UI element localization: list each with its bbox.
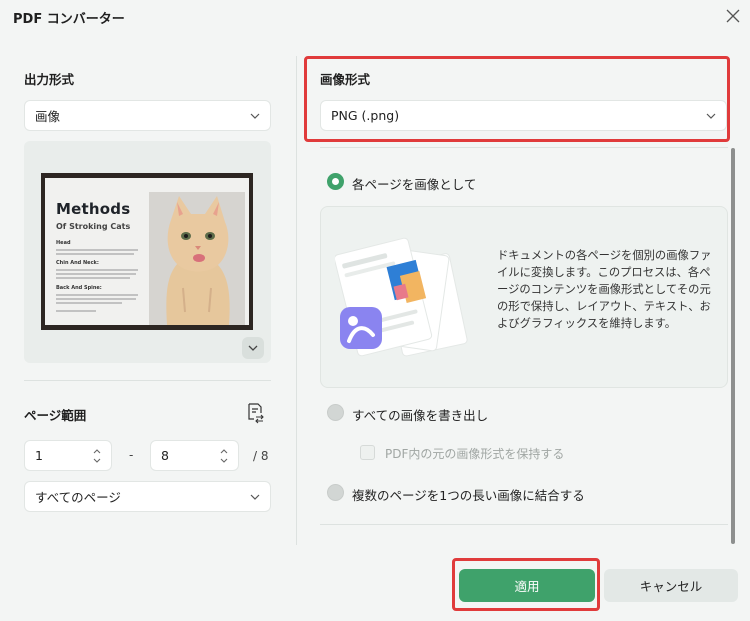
close-button[interactable] — [722, 5, 744, 27]
preview-doc-subtitle: Of Stroking Cats — [56, 222, 131, 231]
option-each-page-radio[interactable] — [327, 173, 344, 190]
option-merge-long-image-radio[interactable] — [327, 484, 344, 501]
spin-arrows-icon[interactable] — [92, 447, 102, 465]
page-scope-value: すべてのページ — [35, 490, 121, 505]
preview-section-chin: Chin And Neck: — [56, 260, 99, 266]
spin-arrows-icon[interactable] — [219, 447, 229, 465]
page-from-input[interactable]: 1 — [24, 440, 112, 471]
page-total: / 8 — [253, 449, 269, 463]
chevron-down-icon — [250, 113, 260, 119]
output-format-label: 出力形式 — [24, 72, 75, 87]
option-info-text: ドキュメントの各ページを個別の画像ファイルに変換します。このプロセスは、各ページ… — [497, 249, 712, 330]
image-format-value: PNG (.png) — [331, 108, 400, 123]
window-title: PDF コンバーター — [13, 12, 125, 27]
options-scrollbar[interactable] — [731, 148, 735, 544]
preview-section-back: Back And Spine: — [56, 285, 102, 291]
output-format-select[interactable]: 画像 — [24, 100, 271, 131]
apply-button[interactable]: 適用 — [459, 569, 595, 602]
chevron-down-icon — [248, 345, 258, 351]
preview-section-head: Head — [56, 240, 71, 246]
chevron-down-icon — [706, 113, 716, 119]
page-to-value: 8 — [161, 448, 169, 463]
page-range-settings-button[interactable] — [245, 402, 265, 424]
keep-original-format-checkbox[interactable] — [360, 445, 375, 460]
right-divider-bottom — [320, 524, 728, 525]
preview-thumbnail: Methods Of Stroking Cats Head Chin And N… — [41, 173, 253, 330]
output-format-value: 画像 — [35, 109, 61, 124]
page-range-label: ページ範囲 — [24, 408, 87, 423]
range-dash: - — [129, 448, 134, 462]
page-to-input[interactable]: 8 — [150, 440, 239, 471]
option-each-page-label[interactable]: 各ページを画像として — [352, 174, 476, 193]
pages-to-image-illustration — [335, 237, 468, 357]
image-format-select[interactable]: PNG (.png) — [320, 100, 727, 131]
panel-divider — [296, 56, 297, 545]
image-format-label: 画像形式 — [320, 72, 371, 87]
chevron-down-icon — [250, 494, 260, 500]
title-bar: PDF コンバーター — [0, 0, 750, 34]
page-scope-select[interactable]: すべてのページ — [24, 481, 271, 512]
left-divider — [24, 380, 271, 381]
right-divider-top — [320, 147, 728, 148]
cancel-button[interactable]: キャンセル — [604, 569, 738, 602]
preview-doc-title: Methods — [56, 200, 131, 218]
option-merge-long-image-label[interactable]: 複数のページを1つの長い画像に結合する — [352, 485, 585, 504]
option-export-images-radio[interactable] — [327, 404, 344, 421]
keep-original-format-label: PDF内の元の画像形式を保持する — [385, 447, 565, 461]
option-info-card: ドキュメントの各ページを個別の画像ファイルに変換します。このプロセスは、各ページ… — [320, 206, 728, 388]
page-from-value: 1 — [35, 448, 43, 463]
document-preview: Methods Of Stroking Cats Head Chin And N… — [24, 141, 271, 363]
option-export-images-label[interactable]: すべての画像を書き出し — [352, 405, 488, 424]
page-swap-icon — [248, 403, 264, 424]
cat-photo — [149, 192, 245, 325]
expand-preview-button[interactable] — [242, 337, 264, 359]
close-icon — [726, 9, 740, 23]
